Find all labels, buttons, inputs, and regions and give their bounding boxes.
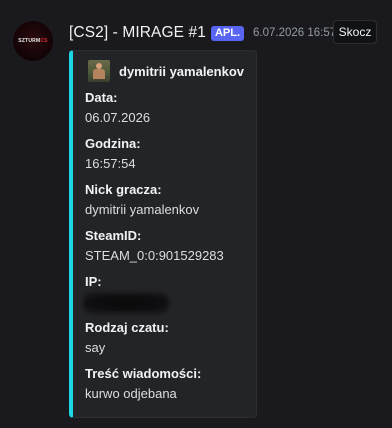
embed-field-message: Treść wiadomości: kurwo odjebana	[85, 366, 253, 402]
embed-author-name: dymitrii yamalenkov	[119, 63, 244, 79]
field-value: kurwo odjebana	[85, 386, 177, 401]
avatar-logo-text: SZTURMCS	[18, 37, 48, 44]
jump-button[interactable]: Skocz	[333, 20, 377, 44]
field-name: IP:	[85, 274, 102, 289]
field-value: dymitrii yamalenkov	[85, 202, 200, 217]
embed-field-nick: Nick gracza: dymitrii yamalenkov	[85, 182, 253, 218]
app-badge: APL.	[210, 25, 244, 41]
field-name: Treść wiadomości:	[85, 366, 202, 381]
bot-name[interactable]: [CS2] - MIRAGE #1	[69, 24, 206, 42]
embed-field-steamid: SteamID: STEAM_0:0:901529283	[85, 228, 253, 264]
field-name: Rodzaj czatu:	[85, 320, 169, 335]
field-value: 16:57:54	[85, 156, 136, 171]
embed-field-time: Godzina: 16:57:54	[85, 136, 253, 172]
field-value: STEAM_0:0:901529283	[85, 248, 224, 263]
redacted-ip-value	[85, 295, 167, 311]
embed-author: dymitrii yamalenkov	[88, 60, 244, 82]
message-timestamp: 6.07.2026 16:57	[253, 27, 337, 39]
chat-message: SZTURMCS [CS2] - MIRAGE #1 APL. 6.07.202…	[0, 0, 392, 428]
author-avatar-icon	[88, 60, 110, 82]
field-name: Nick gracza:	[85, 182, 162, 197]
embed-field-date: Data: 06.07.2026	[85, 90, 253, 126]
field-value: say	[85, 340, 106, 355]
embed-field-ip: IP:	[85, 274, 253, 311]
bot-avatar[interactable]: SZTURMCS	[13, 21, 53, 61]
field-value: 06.07.2026	[85, 110, 151, 125]
field-name: SteamID:	[85, 228, 142, 243]
embed-card: dymitrii yamalenkov Data: 06.07.2026 God…	[69, 50, 257, 418]
field-name: Data:	[85, 90, 118, 105]
field-name: Godzina:	[85, 136, 141, 151]
embed-field-chat-type: Rodzaj czatu: say	[85, 320, 253, 356]
message-header: [CS2] - MIRAGE #1 APL. 6.07.2026 16:57	[69, 23, 336, 43]
